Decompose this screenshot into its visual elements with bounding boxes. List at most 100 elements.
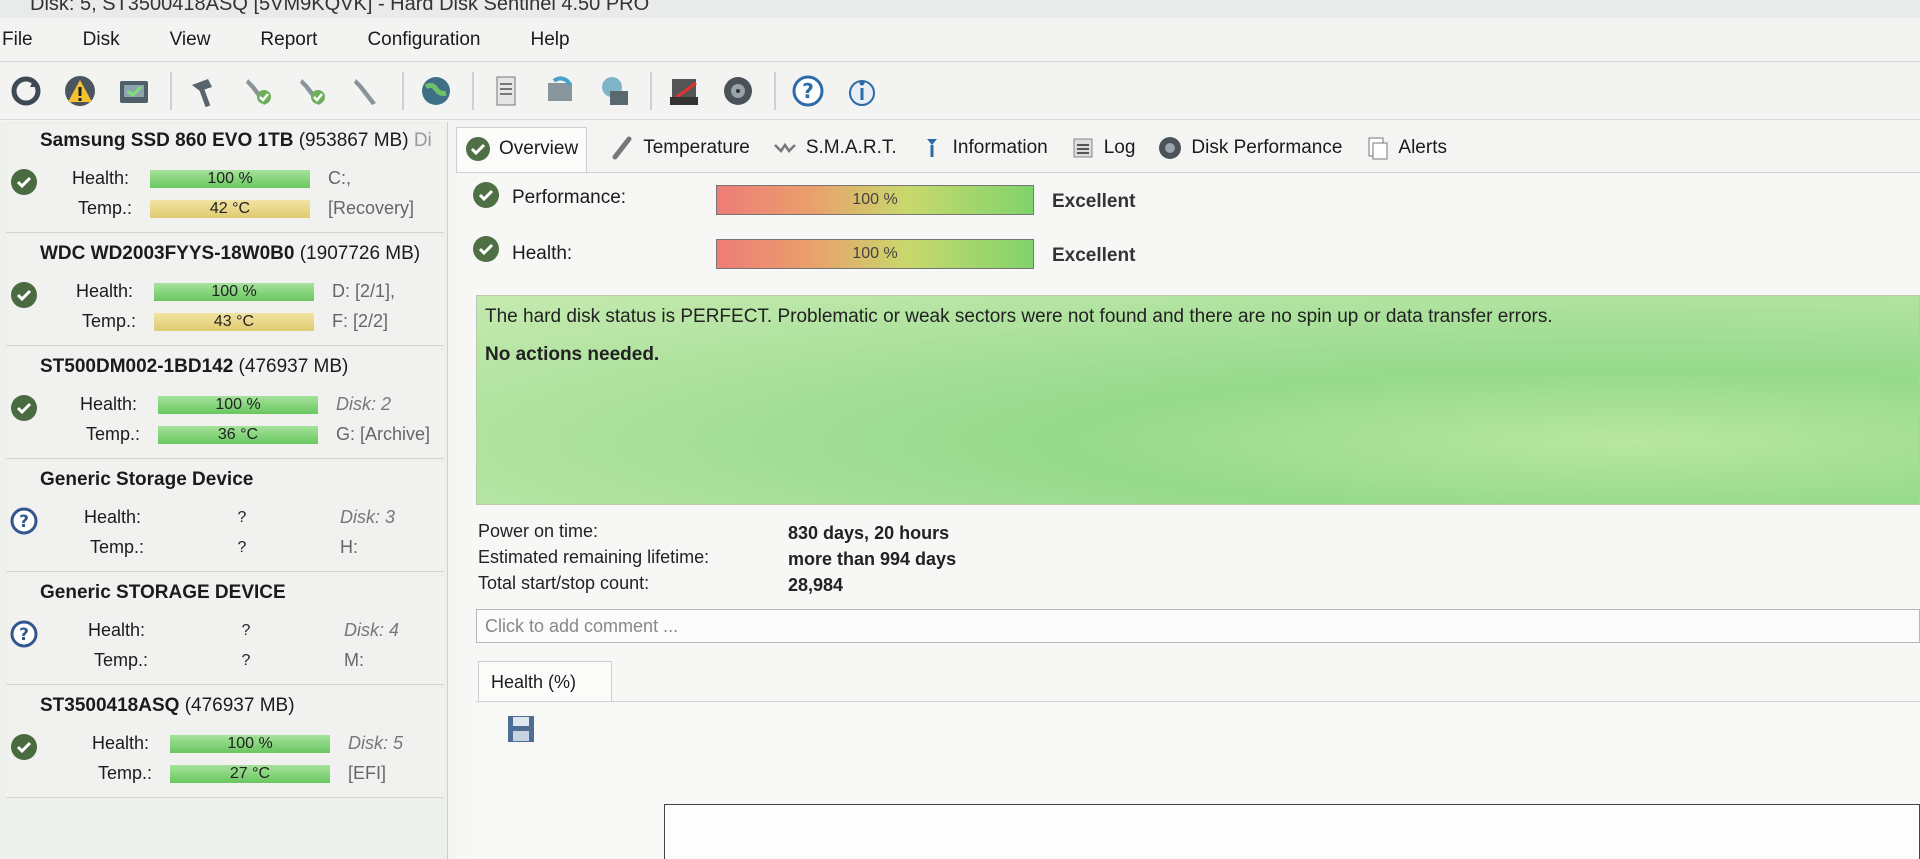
tab-label: S.M.A.R.T. (805, 137, 897, 158)
refresh-disk-icon[interactable] (540, 71, 580, 111)
health-label: Health: (72, 168, 130, 188)
disk-item[interactable]: Generic STORAGE DEVICE ? Health: Temp.:?? D… (6, 576, 444, 685)
temp-label: Temp.: (86, 424, 141, 444)
disk-title: ST3500418ASQ (476937 MB) (40, 695, 444, 717)
tab-health-percent[interactable]: Health (%) (478, 661, 612, 701)
temp-label: Temp.: (94, 650, 149, 670)
check-icon (11, 395, 37, 421)
tab-temperature[interactable]: Temperature (609, 135, 750, 161)
health-bar: 100 % (150, 170, 310, 188)
performance-label: Performance: (512, 187, 627, 208)
question-icon: ? (10, 620, 38, 648)
health-chart-panel (476, 701, 1920, 859)
hammer-icon[interactable] (184, 71, 224, 111)
menu-file[interactable]: File (0, 29, 33, 51)
toolbar-separator (650, 71, 652, 110)
tab-label: Overview (499, 137, 579, 159)
menu-report[interactable]: Report (258, 29, 317, 51)
wrench-check-icon[interactable] (238, 71, 278, 111)
tab-information[interactable]: Information (919, 135, 1048, 161)
disk-item[interactable]: Samsung SSD 860 EVO 1TB (953867 MB) Di He… (6, 124, 444, 233)
menu-help[interactable]: Help (528, 29, 569, 51)
toolbar-separator (472, 71, 474, 110)
disk-name: ST3500418ASQ (40, 695, 180, 716)
health-bar: 100 % (154, 283, 314, 301)
menu-view[interactable]: View (168, 29, 211, 51)
menu-disk[interactable]: Disk (81, 29, 120, 51)
status-action: No actions needed. (485, 344, 660, 365)
health-label: Health: (80, 394, 138, 414)
temp-label: Temp.: (98, 763, 153, 783)
disk-name: Generic Storage Device (40, 469, 254, 490)
temp-bar: 43 °C (154, 313, 314, 331)
health-bar: ? (241, 622, 251, 639)
power-on-value: 830 days, 20 hours (788, 523, 950, 543)
tab-disk-performance[interactable]: Disk Performance (1157, 135, 1342, 161)
disk-size: (476937 MB) (184, 695, 295, 716)
refresh-icon[interactable] (6, 71, 46, 111)
status-box: The hard disk status is PERFECT. Problem… (476, 295, 1920, 505)
disk-name: WDC WD2003FYYS-18W0B0 (40, 243, 295, 264)
tab-overview[interactable]: Overview (456, 126, 588, 172)
wrench-icon[interactable] (346, 71, 386, 111)
check-icon (473, 182, 499, 208)
disk-partition: G: [Archive] (336, 424, 431, 444)
check-icon (11, 169, 37, 195)
disk-location: C:, (328, 168, 352, 188)
help-icon[interactable]: ? (788, 71, 828, 111)
health-bar: ? (237, 509, 247, 526)
lifetime-value: more than 994 days (788, 549, 957, 569)
save-icon[interactable] (506, 714, 536, 744)
disk-title: Generic Storage Device (40, 469, 444, 491)
globe-icon[interactable] (416, 71, 456, 111)
disk-partition: F: [2/2] (332, 311, 389, 331)
print-icon[interactable] (664, 71, 704, 111)
health-chart-area (664, 804, 1920, 859)
health-bar: 100 % (170, 735, 330, 753)
menu-bar: File Disk View Report Configuration Help (0, 18, 1920, 62)
disk-drive-icon[interactable] (114, 71, 154, 111)
report-icon[interactable] (486, 71, 526, 111)
info-icon (926, 139, 937, 157)
temp-bar: 42 °C (150, 200, 310, 218)
tab-log[interactable]: Log (1070, 135, 1135, 161)
disk-item[interactable]: Generic Storage Device ? Health: Temp.:?? D… (6, 463, 444, 572)
disk-performance-icon[interactable] (718, 71, 758, 111)
toolbar-separator (402, 71, 404, 110)
toolbar-separator (170, 71, 172, 110)
tab-label: Information (952, 137, 1048, 158)
performance-bar: 100 % (716, 185, 1034, 215)
disk-name: ST500DM002-1BD142 (40, 356, 234, 377)
tab-label: Temperature (643, 137, 750, 158)
power-on-label: Power on time: (478, 521, 599, 541)
disk-item[interactable]: ST500DM002-1BD142 (476937 MB) Health: Tem… (6, 350, 444, 459)
info-icon[interactable] (842, 71, 882, 111)
check-icon (11, 734, 37, 760)
warning-icon[interactable] (60, 71, 100, 111)
temp-bar: 36 °C (158, 426, 318, 444)
menu-configuration[interactable]: Configuration (365, 29, 480, 51)
health-bar: 100 % (158, 396, 318, 414)
disk-item[interactable]: ST3500418ASQ (476937 MB) Health: Temp.: 10… (6, 689, 444, 798)
disk-title: Samsung SSD 860 EVO 1TB (953867 MB) Di (40, 130, 444, 152)
tab-label: Alerts (1398, 137, 1447, 158)
temp-label: Temp.: (78, 198, 133, 218)
disk-list-panel: Samsung SSD 860 EVO 1TB (953867 MB) Di He… (0, 122, 448, 859)
thermometer-icon (612, 136, 632, 160)
disk-location: Disk: 5 (348, 733, 404, 753)
tab-bar: Overview Temperature S.M.A.R.T. Informat… (456, 124, 1920, 172)
wrench-check-2-icon[interactable] (292, 71, 332, 111)
check-icon (466, 136, 490, 161)
health-label: Health: (84, 507, 142, 527)
temp-label: Temp.: (90, 537, 145, 557)
temp-bar: ? (241, 652, 251, 669)
health-rating: Excellent (1052, 245, 1136, 266)
tab-alerts[interactable]: Alerts (1364, 135, 1447, 161)
disk-item[interactable]: WDC WD2003FYYS-18W0B0 (1907726 MB) Healt… (6, 237, 444, 346)
comment-input[interactable]: Click to add comment ... (476, 609, 1920, 643)
disk-location: Disk: 2 (336, 394, 392, 414)
disk-location: Disk: 4 (344, 620, 400, 640)
network-disk-icon[interactable] (594, 71, 634, 111)
tab-smart[interactable]: S.M.A.R.T. (772, 135, 897, 161)
check-icon (473, 236, 499, 262)
